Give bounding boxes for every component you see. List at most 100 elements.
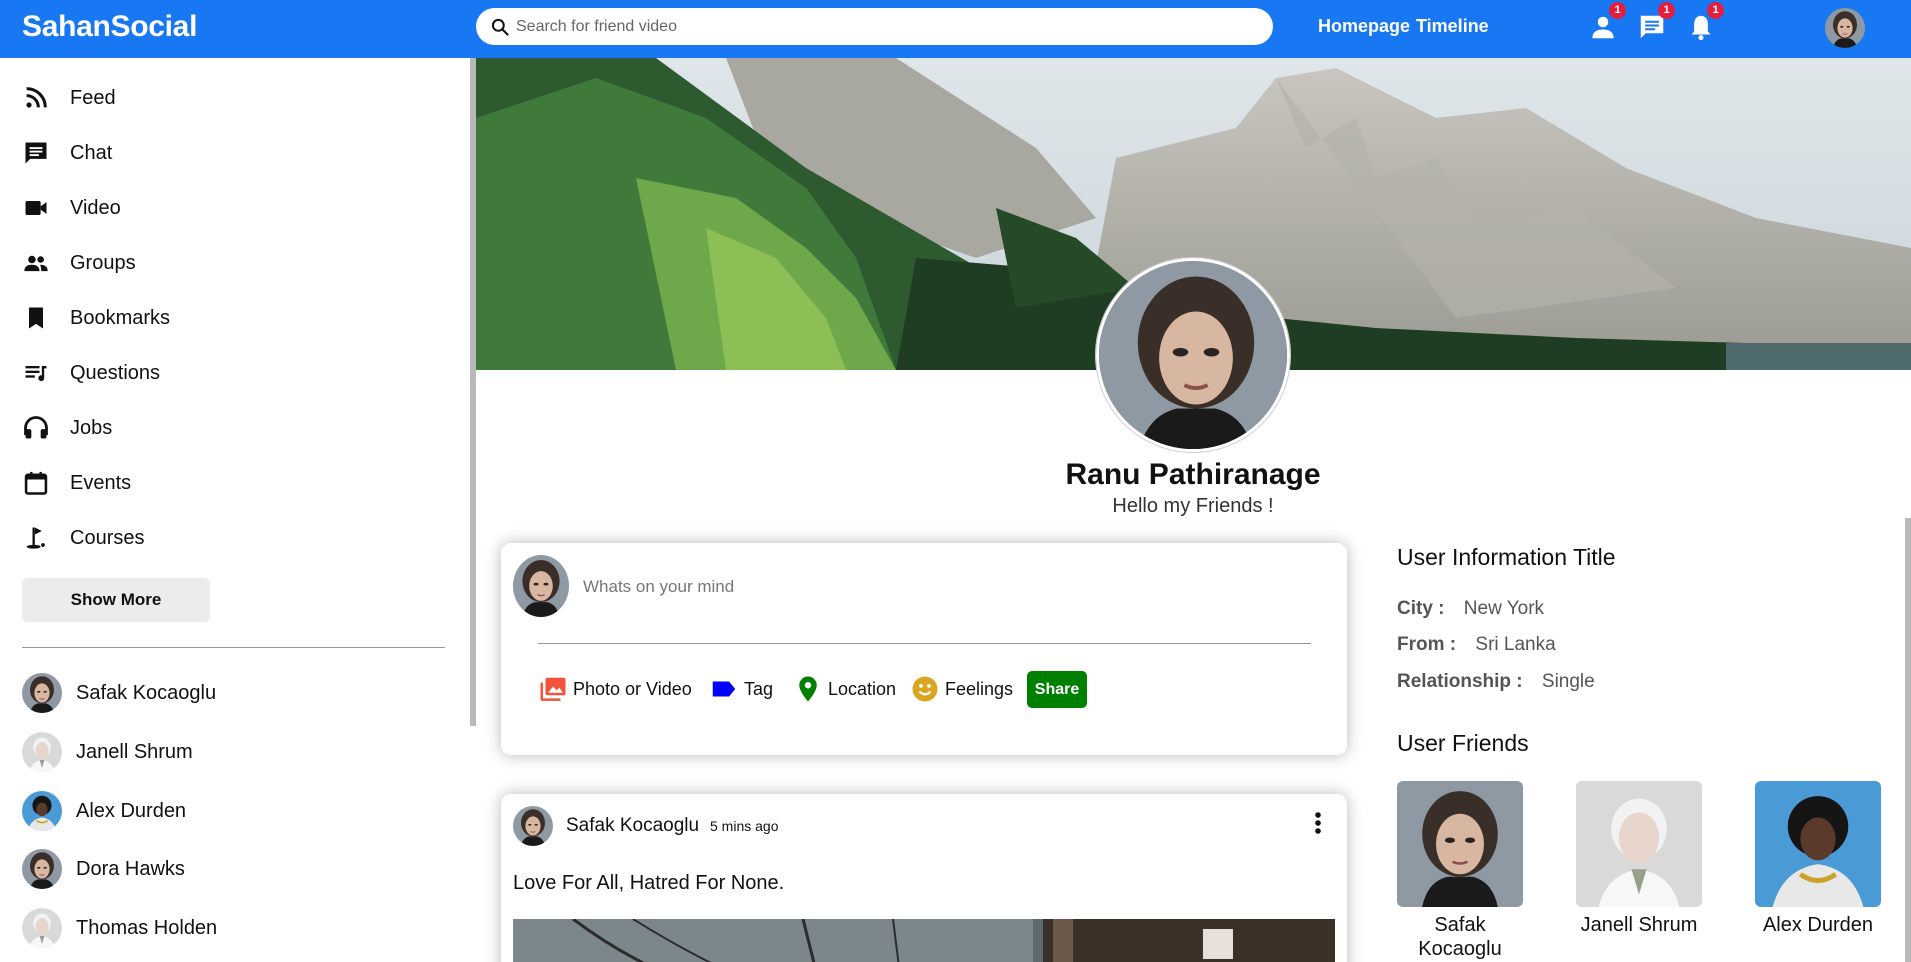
- profile-status: Hello my Friends !: [1112, 495, 1274, 517]
- rss-feed-icon: [26, 87, 47, 108]
- show-more-button[interactable]: Show More: [22, 578, 210, 622]
- sidebar-item-chat[interactable]: Chat: [22, 133, 442, 173]
- friend-name: Safak Kocaoglu: [76, 681, 217, 704]
- share-post-card: Photo or Video Tag Location Feelings Sha…: [501, 543, 1347, 755]
- notifications-badge: 1: [1707, 2, 1724, 19]
- video-camera-icon: [25, 201, 47, 215]
- main-scrollbar[interactable]: [1905, 518, 1911, 962]
- friend-requests-badge: 1: [1609, 2, 1626, 19]
- friend-requests-button[interactable]: 1: [1588, 2, 1626, 42]
- avatar: [22, 849, 62, 889]
- label-icon: [712, 681, 736, 697]
- search-bar: [476, 8, 1273, 45]
- sidebar-friend[interactable]: Dora Hawks: [22, 848, 185, 890]
- friend-name: Dora Hawks: [76, 857, 185, 880]
- user-friend-card[interactable]: Janell Shrum: [1576, 781, 1702, 937]
- info-key: City :: [1397, 598, 1445, 619]
- sidebar-item-courses[interactable]: Courses: [22, 518, 442, 558]
- search-input[interactable]: [516, 14, 1236, 40]
- sidebar-item-label: Events: [70, 471, 132, 494]
- friend-name: Thomas Holden: [76, 916, 218, 939]
- friend-name: Alex Durden: [1762, 914, 1874, 936]
- sidebar-item-events[interactable]: Events: [22, 463, 442, 503]
- sidebar-item-label: Courses: [70, 526, 145, 549]
- friend-photo: [1397, 781, 1523, 907]
- post-card: Safak Kocaoglu 5 mins ago Love For All, …: [501, 794, 1347, 962]
- sidebar: Feed Chat Video Groups Bookmarks Questio…: [0, 58, 470, 962]
- avatar: [22, 908, 62, 948]
- user-friends-title: User Friends: [1397, 730, 1529, 756]
- feelings-option[interactable]: Feelings: [910, 673, 1013, 705]
- info-value: Sri Lanka: [1475, 634, 1556, 655]
- avatar: [22, 791, 62, 831]
- info-value: Single: [1541, 671, 1595, 692]
- avatar: [513, 555, 569, 617]
- option-label: Photo or Video: [573, 678, 692, 699]
- location-pin-icon: [799, 676, 817, 702]
- avatar: [22, 732, 62, 772]
- info-key: From :: [1397, 634, 1457, 655]
- bookmark-icon: [29, 307, 43, 329]
- chat-icon: [25, 142, 47, 164]
- info-key: Relationship :: [1397, 671, 1523, 692]
- info-row-city: City : New York: [1397, 598, 1544, 620]
- headphones-icon: [24, 416, 48, 439]
- sidebar-item-label: Chat: [70, 141, 113, 164]
- profile-name: Ranu Pathiranage: [1065, 458, 1321, 491]
- search-icon: [491, 18, 509, 36]
- sidebar-item-label: Questions: [70, 361, 161, 384]
- info-value: New York: [1463, 598, 1545, 619]
- profile-picture[interactable]: [1096, 258, 1290, 452]
- sidebar-friend[interactable]: Safak Kocaoglu: [22, 672, 216, 714]
- photo-library-icon: [540, 677, 566, 701]
- post-author[interactable]: Safak Kocaoglu: [566, 815, 699, 837]
- playlist-icon: [25, 366, 47, 382]
- post-text: Love For All, Hatred For None.: [513, 872, 785, 894]
- sidebar-item-bookmarks[interactable]: Bookmarks: [22, 298, 442, 338]
- messages-button[interactable]: 1: [1637, 2, 1675, 42]
- option-label: Tag: [744, 678, 774, 699]
- sidebar-friend[interactable]: Alex Durden: [22, 790, 186, 832]
- sidebar-friend[interactable]: Thomas Holden: [22, 907, 217, 949]
- friend-photo: [1576, 781, 1702, 907]
- groups-icon: [24, 255, 48, 272]
- friend-name: Janell Shrum: [76, 740, 193, 763]
- sidebar-item-label: Feed: [70, 86, 116, 109]
- friend-name: Alex Durden: [76, 799, 187, 822]
- sidebar-item-jobs[interactable]: Jobs: [22, 408, 442, 448]
- sidebar-friend[interactable]: Janell Shrum: [22, 731, 193, 773]
- info-row-from: From : Sri Lanka: [1397, 634, 1556, 656]
- info-row-relationship: Relationship : Single: [1397, 671, 1595, 693]
- friend-name: Janell Shrum: [1580, 914, 1698, 936]
- notifications-button[interactable]: 1: [1686, 2, 1724, 42]
- user-friend-card[interactable]: Alex Durden: [1755, 781, 1881, 937]
- calendar-icon: [24, 471, 48, 495]
- messages-badge: 1: [1658, 2, 1675, 19]
- user-friend-card[interactable]: Safak Kocaoglu: [1397, 781, 1523, 961]
- sidebar-item-label: Groups: [70, 251, 136, 274]
- tag-option[interactable]: Tag: [709, 673, 773, 705]
- sidebar-item-groups[interactable]: Groups: [22, 243, 442, 283]
- location-option[interactable]: Location: [793, 673, 896, 705]
- homepage-link[interactable]: Homepage: [1318, 16, 1410, 37]
- smiley-icon: [912, 676, 938, 702]
- friend-name: Safak Kocaoglu: [1418, 914, 1502, 960]
- post-input[interactable]: [583, 575, 1283, 599]
- sidebar-item-questions[interactable]: Questions: [22, 353, 442, 393]
- photo-video-option[interactable]: Photo or Video: [538, 673, 692, 705]
- timeline-link[interactable]: Timeline: [1416, 16, 1489, 37]
- account-avatar[interactable]: [1825, 8, 1865, 48]
- avatar[interactable]: [513, 806, 553, 846]
- post-image[interactable]: [513, 919, 1335, 962]
- option-label: Feelings: [945, 678, 1014, 699]
- app-logo[interactable]: SahanSocial: [22, 10, 197, 44]
- option-label: Location: [828, 678, 897, 699]
- sidebar-item-video[interactable]: Video: [22, 188, 442, 228]
- share-button[interactable]: Share: [1027, 671, 1087, 708]
- share-divider: [538, 643, 1311, 644]
- top-navbar: SahanSocial Homepage Timeline 1 1 1: [0, 0, 1911, 58]
- sidebar-item-label: Video: [70, 196, 121, 219]
- more-vert-icon[interactable]: [1308, 808, 1328, 838]
- golf-course-icon: [26, 527, 45, 549]
- sidebar-item-feed[interactable]: Feed: [22, 78, 442, 118]
